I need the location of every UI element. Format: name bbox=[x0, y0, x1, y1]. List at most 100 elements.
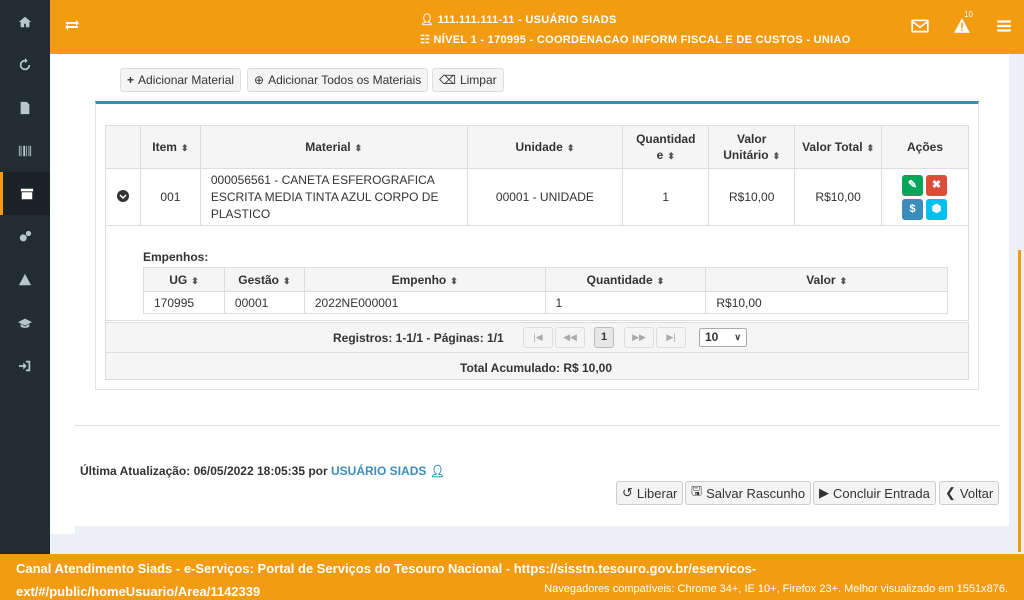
table-row: 170995 00001 2022NE000001 1 R$10,00 bbox=[143, 291, 948, 314]
total-accumulated: Total Acumulado: R$ 10,00 bbox=[460, 361, 613, 375]
home-icon[interactable] bbox=[0, 0, 50, 43]
sort-icon: ⬍ bbox=[866, 143, 875, 153]
liberar-label: Liberar bbox=[636, 485, 678, 501]
empenhos-label: Empenhos: bbox=[143, 250, 209, 264]
last-page-icon[interactable]: ▶| bbox=[656, 327, 686, 348]
refresh-icon[interactable] bbox=[0, 43, 50, 86]
content-gutter bbox=[50, 54, 75, 534]
sidebar bbox=[0, 0, 50, 600]
footer: Canal Atendimento Siads - e-Serviços: Po… bbox=[0, 554, 1024, 600]
archive-icon[interactable] bbox=[0, 172, 50, 215]
swap-toggle-icon[interactable] bbox=[64, 17, 80, 33]
floppy-disk-icon: 🖫︎ bbox=[691, 483, 703, 498]
alert-count-badge: 10 bbox=[964, 10, 973, 19]
chevron-left-icon: ❮ bbox=[945, 485, 956, 500]
dollar-icon[interactable]: $ bbox=[902, 198, 924, 220]
add-all-materials-button[interactable]: ⊕ Adicionar Todos os Materiais bbox=[247, 68, 429, 92]
user-icon: 👤︎ bbox=[429, 464, 445, 478]
empenhos-table: UG ⬍ Gestão ⬍ Empenho ⬍ Quantidade ⬍ Valor ⬍ … bbox=[143, 267, 948, 314]
cell-empenho: 2022NE000001 bbox=[303, 291, 546, 314]
col-quantidade[interactable]: Quantidad e ⬍ bbox=[622, 125, 710, 169]
level-line: ☷ NÍVEL 1 - 170995 - COORDENACAO INFORM … bbox=[420, 34, 851, 46]
updated-by-user-link[interactable]: USUÁRIO SIADS 👤︎ bbox=[331, 464, 445, 478]
back-button[interactable]: ❮ Voltar bbox=[939, 481, 1000, 505]
col-emp-valor[interactable]: Valor ⬍ bbox=[705, 267, 948, 292]
warning-icon[interactable] bbox=[0, 258, 50, 301]
cell-valor-total: R$10,00 bbox=[794, 168, 883, 226]
play-icon: ▶ bbox=[819, 485, 829, 500]
gears-icon[interactable] bbox=[0, 215, 50, 258]
user-line: 👤︎ 111.111.111-11 - USUÁRIO SIADS bbox=[420, 14, 617, 26]
page-size-select[interactable]: 10 ∨ bbox=[699, 328, 747, 347]
col-emp-quantidade[interactable]: Quantidade ⬍ bbox=[544, 267, 707, 292]
sort-icon: ⬍ bbox=[354, 143, 363, 153]
sort-icon: ⬍ bbox=[180, 143, 189, 153]
add-material-button[interactable]: + Adicionar Material bbox=[120, 68, 242, 92]
chevron-down-icon: ∨ bbox=[734, 332, 741, 342]
current-page-button[interactable]: 1 bbox=[594, 327, 614, 348]
col-item[interactable]: Item ⬍ bbox=[139, 125, 201, 169]
col-valor-total[interactable]: Valor Total ⬍ bbox=[794, 125, 883, 169]
add-all-label: Adicionar Todos os Materiais bbox=[268, 73, 422, 87]
conclude-entry-button[interactable]: ▶ Concluir Entrada bbox=[813, 481, 936, 505]
sign-in-icon[interactable] bbox=[0, 344, 50, 387]
graduation-icon[interactable] bbox=[0, 301, 50, 344]
barcode-icon[interactable] bbox=[0, 129, 50, 172]
sort-icon: ⬍ bbox=[667, 150, 675, 161]
top-navbar: 👤︎ 111.111.111-11 - USUÁRIO SIADS ☷ NÍVE… bbox=[50, 0, 1024, 54]
col-material[interactable]: Material ⬍ bbox=[199, 125, 468, 169]
cell-acoes: ✎ ✖ $ ⬢ bbox=[881, 168, 969, 226]
delete-x-icon[interactable]: ✖ bbox=[926, 174, 948, 196]
col-gestao[interactable]: Gestão ⬍ bbox=[223, 267, 305, 292]
clear-button[interactable]: ⌫ Limpar bbox=[432, 68, 504, 92]
menu-icon[interactable] bbox=[995, 17, 1013, 35]
undo-icon: ↺ bbox=[622, 485, 633, 500]
cube-icon[interactable]: ⬢ bbox=[926, 198, 948, 220]
cell-quantidade: 1 bbox=[622, 168, 710, 226]
back-label: Voltar bbox=[959, 485, 994, 501]
alert-icon[interactable] bbox=[953, 17, 971, 35]
table-row: 001 000056561 - CANETA ESFEROGRAFICA ESC… bbox=[105, 168, 969, 226]
plus-icon: + bbox=[127, 73, 135, 87]
envelope-icon[interactable] bbox=[911, 17, 929, 35]
chevron-down-circle-icon[interactable] bbox=[116, 189, 129, 202]
cell-emp-valor: R$10,00 bbox=[705, 291, 948, 314]
prev-page-icon[interactable]: ◀◀ bbox=[555, 327, 585, 348]
clear-label: Limpar bbox=[459, 73, 497, 87]
user-icon: 👤︎ bbox=[420, 14, 435, 26]
sort-icon: ⬍ bbox=[656, 275, 665, 286]
scrollbar[interactable] bbox=[1018, 250, 1021, 552]
cell-material: 000056561 - CANETA ESFEROGRAFICA ESCRITA… bbox=[199, 168, 468, 226]
sort-icon: ⬍ bbox=[450, 275, 458, 286]
col-unidade[interactable]: Unidade ⬍ bbox=[466, 125, 624, 169]
sort-icon: ⬍ bbox=[191, 275, 199, 286]
cell-valor-unitario: R$10,00 bbox=[708, 168, 796, 226]
document-icon[interactable] bbox=[0, 86, 50, 129]
sort-icon: ⬍ bbox=[772, 150, 781, 161]
liberar-button[interactable]: ↺ Liberar bbox=[616, 481, 684, 505]
cell-ug: 170995 bbox=[143, 291, 225, 314]
sitemap-icon: ☷ bbox=[420, 34, 431, 46]
eraser-icon: ⌫ bbox=[439, 73, 456, 87]
cell-unidade: 00001 - UNIDADE bbox=[466, 168, 624, 226]
next-page-icon[interactable]: ▶▶ bbox=[624, 327, 654, 348]
pager-summary: Registros: 1-1/1 - Páginas: 1/1 bbox=[333, 331, 504, 345]
expand-cell[interactable] bbox=[105, 168, 141, 226]
expand-col-header bbox=[105, 125, 141, 169]
materials-table: Item ⬍ Material ⬍ Unidade ⬍ Quantidad e ⬍ Val… bbox=[105, 125, 969, 226]
conclude-entry-label: Concluir Entrada bbox=[833, 485, 930, 501]
save-draft-button[interactable]: 🖫︎ Salvar Rascunho bbox=[685, 481, 812, 505]
add-material-label: Adicionar Material bbox=[138, 73, 235, 87]
edit-pencil-icon[interactable]: ✎ bbox=[902, 174, 924, 196]
col-valor-unitario[interactable]: Valor Unitário ⬍ bbox=[708, 125, 796, 169]
col-ug[interactable]: UG ⬍ bbox=[143, 267, 225, 292]
first-page-icon[interactable]: |◀ bbox=[523, 327, 553, 348]
cell-emp-quantidade: 1 bbox=[544, 291, 707, 314]
sort-icon: ⬍ bbox=[282, 275, 291, 286]
cell-item: 001 bbox=[139, 168, 201, 226]
plus-circle-icon: ⊕ bbox=[254, 73, 265, 87]
sort-icon: ⬍ bbox=[839, 275, 848, 286]
col-acoes: Ações bbox=[881, 125, 969, 169]
cell-gestao: 00001 bbox=[223, 291, 305, 314]
col-empenho[interactable]: Empenho ⬍ bbox=[303, 267, 546, 292]
